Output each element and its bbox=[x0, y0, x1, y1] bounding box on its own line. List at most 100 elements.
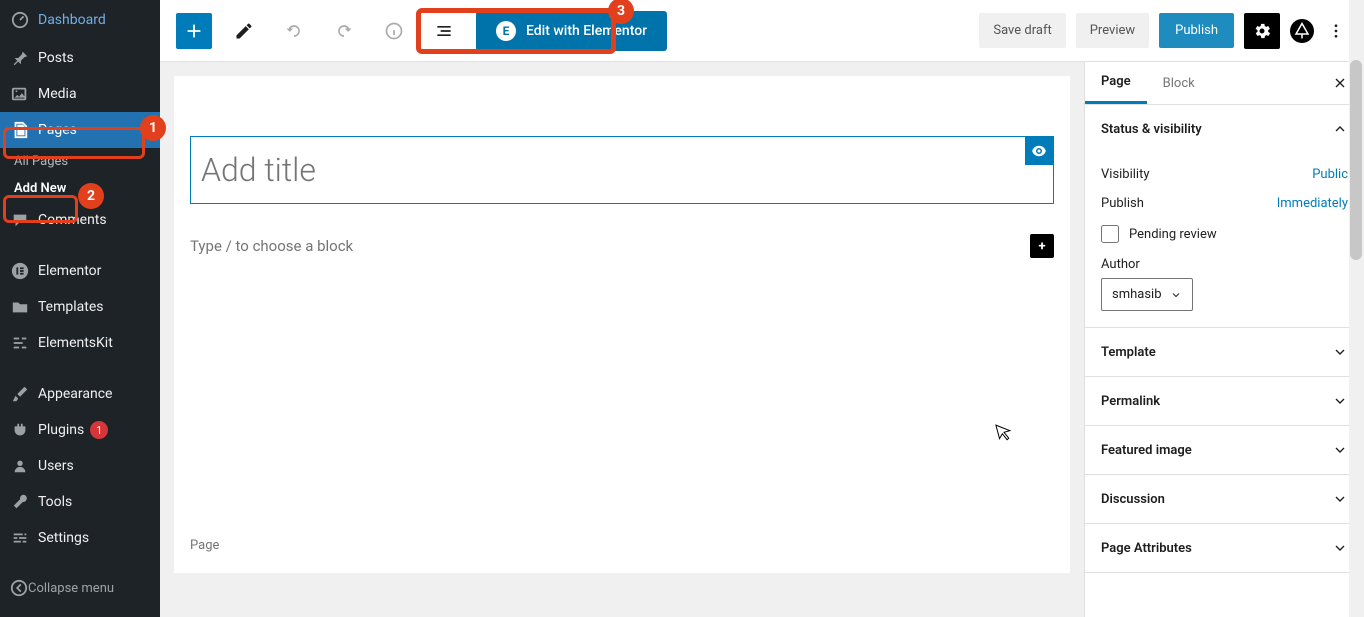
edit-with-elementor-button[interactable]: E Edit with Elementor bbox=[476, 11, 667, 51]
sidebar-item-dashboard[interactable]: Dashboard bbox=[0, 0, 160, 40]
pending-review-checkbox[interactable] bbox=[1101, 225, 1119, 243]
sidebar-item-elementor[interactable]: Elementor bbox=[0, 253, 160, 289]
tab-page[interactable]: Page bbox=[1085, 62, 1147, 104]
undo-button[interactable] bbox=[276, 13, 312, 49]
user-avatar[interactable] bbox=[1290, 19, 1314, 43]
section-permalink-header[interactable]: Permalink bbox=[1085, 377, 1364, 425]
chevron-down-icon bbox=[1332, 344, 1348, 360]
author-select[interactable]: smhasib bbox=[1101, 278, 1193, 311]
sidebar-item-label: Posts bbox=[38, 50, 74, 66]
section-title: Permalink bbox=[1101, 394, 1160, 409]
sidebar-item-elementskit[interactable]: ElementsKit bbox=[0, 325, 160, 361]
sidebar-item-tools[interactable]: Tools bbox=[0, 484, 160, 520]
chevron-up-icon bbox=[1332, 121, 1348, 137]
sidebar-item-comments[interactable]: Comments bbox=[0, 202, 160, 238]
section-title: Template bbox=[1101, 345, 1156, 360]
section-status-header[interactable]: Status & visibility bbox=[1085, 105, 1364, 153]
chevron-down-icon bbox=[1170, 289, 1182, 301]
brush-icon bbox=[10, 384, 30, 404]
media-icon bbox=[10, 84, 30, 104]
admin-sidebar: Dashboard Posts Media Pages All Pages Ad… bbox=[0, 0, 160, 617]
scrollbar-thumb[interactable] bbox=[1350, 60, 1362, 260]
sidebar-item-label: Elementor bbox=[38, 263, 101, 279]
add-block-inline-button[interactable]: + bbox=[1030, 234, 1054, 258]
block-placeholder-text[interactable]: Type / to choose a block bbox=[190, 237, 1030, 255]
wrench-icon bbox=[10, 492, 30, 512]
publish-value[interactable]: Immediately bbox=[1277, 196, 1348, 211]
sidebar-item-label: Dashboard bbox=[38, 12, 106, 28]
chevron-down-icon bbox=[1332, 540, 1348, 556]
pages-icon bbox=[10, 120, 30, 140]
comments-icon bbox=[10, 210, 30, 230]
plugin-icon bbox=[10, 420, 30, 440]
redo-button[interactable] bbox=[326, 13, 362, 49]
title-input[interactable] bbox=[191, 137, 1053, 203]
visibility-label: Visibility bbox=[1101, 167, 1150, 182]
sidebar-item-label: Comments bbox=[38, 212, 107, 228]
elementor-logo-icon: E bbox=[496, 21, 516, 41]
chevron-down-icon bbox=[1332, 491, 1348, 507]
sidebar-item-label: Users bbox=[38, 458, 74, 474]
block-inserter-row: Type / to choose a block + bbox=[190, 234, 1054, 258]
sidebar-item-label: Templates bbox=[38, 299, 104, 315]
title-input-wrap bbox=[190, 136, 1054, 204]
chevron-down-icon bbox=[1332, 393, 1348, 409]
section-title: Featured image bbox=[1101, 443, 1192, 458]
annotation-bubble-1: 1 bbox=[140, 115, 166, 141]
chevron-down-icon bbox=[1332, 442, 1348, 458]
sidebar-item-templates[interactable]: Templates bbox=[0, 289, 160, 325]
visibility-value[interactable]: Public bbox=[1312, 167, 1348, 182]
section-featured-header[interactable]: Featured image bbox=[1085, 426, 1364, 474]
sidebar-item-users[interactable]: Users bbox=[0, 448, 160, 484]
pin-icon bbox=[10, 48, 30, 68]
sliders-icon bbox=[10, 528, 30, 548]
author-value: smhasib bbox=[1112, 287, 1162, 302]
more-options-button[interactable] bbox=[1324, 22, 1348, 40]
collapse-menu-label: Collapse menu bbox=[28, 581, 114, 596]
pending-review-label: Pending review bbox=[1129, 227, 1217, 242]
plugins-update-badge: 1 bbox=[90, 421, 108, 439]
sidebar-item-label: Tools bbox=[38, 494, 72, 510]
section-discussion-header[interactable]: Discussion bbox=[1085, 475, 1364, 523]
collapse-menu-button[interactable]: Collapse menu bbox=[0, 571, 160, 605]
annotation-bubble-2: 2 bbox=[78, 183, 104, 209]
settings-toggle-button[interactable] bbox=[1244, 13, 1280, 49]
panel-tabs: Page Block bbox=[1085, 62, 1364, 105]
preview-button[interactable]: Preview bbox=[1076, 13, 1149, 48]
block-breadcrumb[interactable]: Page bbox=[190, 538, 1070, 553]
page-scrollbar[interactable] bbox=[1349, 0, 1364, 617]
section-title: Status & visibility bbox=[1101, 122, 1202, 137]
elementskit-icon bbox=[10, 333, 30, 353]
save-draft-button[interactable]: Save draft bbox=[979, 13, 1065, 48]
tab-block[interactable]: Block bbox=[1147, 64, 1211, 103]
editor-toolbar: E Edit with Elementor Save draft Preview… bbox=[160, 0, 1364, 62]
sidebar-item-media[interactable]: Media bbox=[0, 76, 160, 112]
editor-canvas-wrap: Type / to choose a block + Page bbox=[160, 62, 1084, 617]
section-status: Status & visibility Visibility Public Pu… bbox=[1085, 105, 1364, 328]
sidebar-item-label: Settings bbox=[38, 530, 89, 546]
section-template-header[interactable]: Template bbox=[1085, 328, 1364, 376]
dashboard-icon bbox=[10, 10, 30, 30]
elementor-icon bbox=[10, 261, 30, 281]
publish-button[interactable]: Publish bbox=[1159, 13, 1234, 48]
publish-label: Publish bbox=[1101, 196, 1144, 211]
sidebar-item-settings[interactable]: Settings bbox=[0, 520, 160, 556]
author-label: Author bbox=[1101, 257, 1348, 272]
outline-button[interactable] bbox=[426, 13, 462, 49]
sidebar-item-label: Media bbox=[38, 86, 77, 102]
info-button[interactable] bbox=[376, 13, 412, 49]
section-title: Discussion bbox=[1101, 492, 1165, 507]
sidebar-item-plugins[interactable]: Plugins 1 bbox=[0, 412, 160, 448]
add-block-button[interactable] bbox=[176, 13, 212, 49]
sidebar-item-pages[interactable]: Pages bbox=[0, 112, 160, 148]
folder-icon bbox=[10, 297, 30, 317]
section-attributes-header[interactable]: Page Attributes bbox=[1085, 524, 1364, 572]
sidebar-item-appearance[interactable]: Appearance bbox=[0, 376, 160, 412]
sidebar-item-posts[interactable]: Posts bbox=[0, 40, 160, 76]
collapse-icon bbox=[10, 579, 28, 597]
visibility-toggle[interactable] bbox=[1025, 137, 1053, 165]
users-icon bbox=[10, 456, 30, 476]
editor-main: E Edit with Elementor Save draft Preview… bbox=[160, 0, 1364, 617]
sidebar-sub-all-pages[interactable]: All Pages bbox=[0, 148, 160, 175]
edit-mode-button[interactable] bbox=[226, 13, 262, 49]
